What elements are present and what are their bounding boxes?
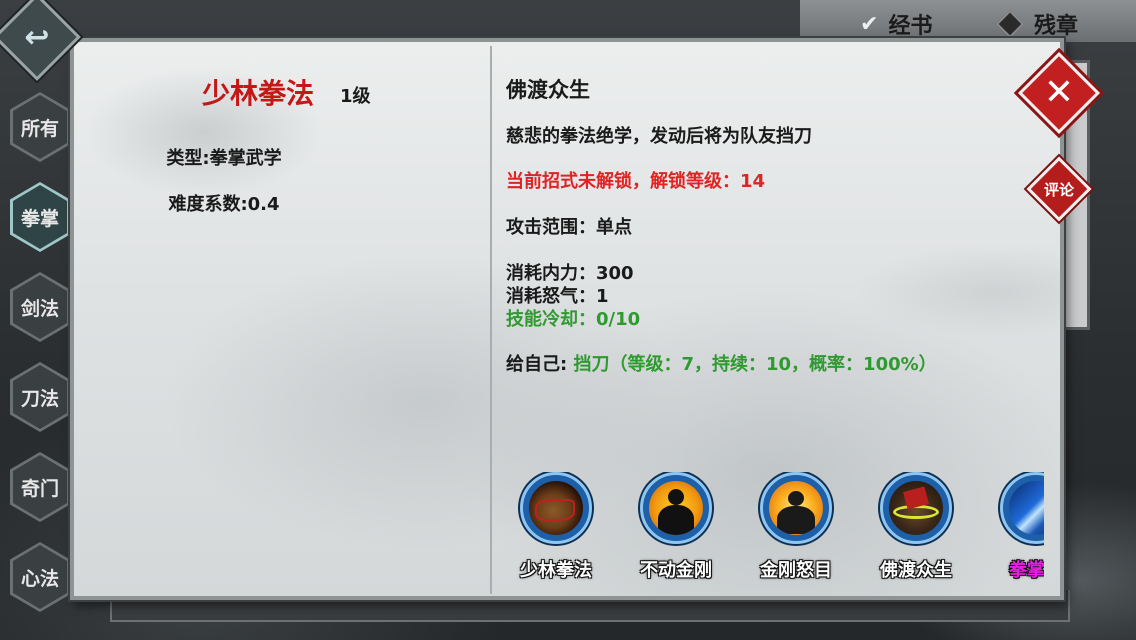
- martial-name: 少林拳法: [202, 77, 315, 110]
- skill-name: 金刚怒目: [760, 560, 832, 581]
- top-tabs-strip: [800, 0, 1136, 42]
- fist-scroll-icon: [529, 481, 583, 535]
- skill-item-fist-mastery[interactable]: 拳掌精: [986, 472, 1044, 588]
- skill-name: 不动金刚: [640, 560, 712, 581]
- move-range: 攻击范围：单点: [506, 217, 632, 238]
- move-cooldown: 技能冷却：0/10: [506, 309, 641, 330]
- skill-name: 佛渡众生: [880, 560, 952, 581]
- comment-label: 评论: [1043, 180, 1074, 199]
- move-title: 佛渡众生: [506, 78, 590, 102]
- back-arrow-icon: ↩: [24, 19, 50, 55]
- check-diamond-icon: ✔: [860, 11, 879, 37]
- category-all-label: 所有: [20, 117, 59, 140]
- skill-item-immovable-vajra[interactable]: 不动金刚: [626, 472, 726, 588]
- category-all[interactable]: 所有: [10, 92, 70, 162]
- category-sword[interactable]: 剑法: [10, 272, 70, 342]
- buddha-aura-icon: [889, 481, 943, 535]
- skill-item-vajra-glare[interactable]: 金刚怒目: [746, 472, 846, 588]
- move-lock-notice: 当前招式未解锁，解锁等级：14: [506, 171, 766, 192]
- tab-scriptures[interactable]: ✔ 经书: [860, 8, 932, 40]
- martial-difficulty: 难度系数:0.4: [168, 194, 280, 215]
- category-fist[interactable]: 拳掌: [10, 182, 70, 252]
- skill-name: 拳掌精: [1009, 560, 1044, 581]
- self-effect-value: 挡刀（等级：7，持续：10，概率：100%）: [573, 354, 937, 375]
- buddha-flame-icon: [769, 481, 823, 535]
- panel-divider: [490, 46, 492, 594]
- close-icon: ✕: [1043, 72, 1075, 113]
- category-blade[interactable]: 刀法: [10, 362, 70, 432]
- move-description: 慈悲的拳法绝学，发动后将为队友挡刀: [506, 126, 812, 147]
- skill-item-shaolin-fist[interactable]: 少林拳法: [506, 472, 606, 588]
- skill-item-buddha-saves[interactable]: 佛渡众生: [866, 472, 966, 588]
- category-inner-label: 心法: [20, 567, 59, 590]
- tab-fragments-label: 残章: [1034, 14, 1079, 39]
- category-blade-label: 刀法: [20, 387, 59, 410]
- skill-list: 少林拳法 不动金刚 金刚怒目 佛渡众生 拳掌: [506, 472, 1044, 588]
- move-self-effect: 给自己: 挡刀（等级：7，持续：10，概率：100%）: [506, 350, 937, 376]
- martial-detail-panel: 少林拳法 1级 类型:拳掌武学 难度系数:0.4 佛渡众生 慈悲的拳法绝学，发动…: [70, 38, 1064, 600]
- category-exotic-label: 奇门: [20, 477, 59, 500]
- tab-scriptures-label: 经书: [888, 14, 933, 39]
- category-exotic[interactable]: 奇门: [10, 452, 70, 522]
- category-sword-label: 剑法: [20, 297, 59, 320]
- tab-fragments[interactable]: 残章: [995, 8, 1079, 40]
- self-effect-label: 给自己:: [506, 354, 568, 375]
- buddha-silhouette-icon: [649, 481, 703, 535]
- martial-type: 类型:拳掌武学: [166, 148, 282, 169]
- martial-level: 1级: [340, 86, 371, 107]
- diamond-icon: [995, 9, 1025, 39]
- skill-name: 少林拳法: [520, 560, 592, 581]
- category-inner[interactable]: 心法: [10, 542, 70, 612]
- blue-strike-icon: [1009, 481, 1044, 535]
- category-fist-label: 拳掌: [20, 207, 59, 230]
